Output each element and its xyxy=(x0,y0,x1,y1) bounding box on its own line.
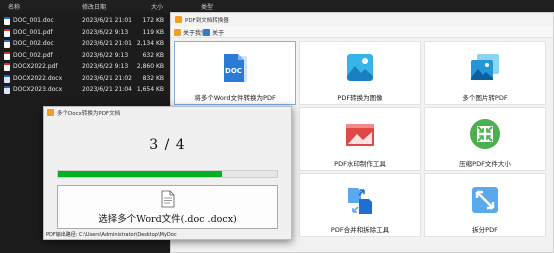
doc-icon: DOC xyxy=(224,54,247,82)
file-date: 2023/6/22 9:13 xyxy=(82,51,129,59)
tile-label: PDF水印制作工具 xyxy=(334,160,386,168)
column-name[interactable]: 名称 xyxy=(8,2,20,11)
tile-watermark[interactable]: PDF水印制作工具 xyxy=(299,107,421,171)
tile-label: 压缩PDF文件大小 xyxy=(459,160,511,168)
file-name: DOCX2023.docx xyxy=(13,86,63,93)
file-date: 2023/6/21 21:04 xyxy=(82,86,132,93)
pdf-file-icon xyxy=(4,63,10,71)
file-name: DOCX2022.pdf xyxy=(13,63,58,70)
file-name: DOC_002.pdf xyxy=(13,51,53,59)
app-icon xyxy=(47,109,54,116)
dialog-title-bar[interactable]: 多个Docx转换为PDF文档 xyxy=(44,107,291,118)
pdf-file-icon xyxy=(4,28,10,37)
docx-file-icon xyxy=(4,86,10,94)
window-title: PDF到文档转换器 xyxy=(185,18,229,24)
docx-file-icon xyxy=(4,74,10,83)
file-date: 2023/6/22 9:13 xyxy=(82,63,129,70)
image-icon xyxy=(347,54,373,81)
file-size: 2,860 KB xyxy=(136,63,164,70)
convert-progress-dialog: 多个Docx转换为PDF文档 3 / 4 选择多个Word文件(.doc .do… xyxy=(43,106,292,240)
file-date: 2023/6/21 21:02 xyxy=(82,74,132,82)
watermark-icon xyxy=(346,124,374,146)
column-modified[interactable]: 修改日期 xyxy=(82,2,106,11)
file-name: DOC_002.doc xyxy=(13,40,54,47)
file-size: 832 KB xyxy=(142,74,164,82)
about-us-icon xyxy=(174,28,181,36)
compress-icon xyxy=(470,119,500,149)
images-icon xyxy=(471,54,499,80)
tile-word-to-pdf[interactable]: DOC 将多个Word文件转换为PDF xyxy=(174,41,296,105)
document-icon xyxy=(161,190,174,208)
menu-about[interactable]: 关于 xyxy=(203,27,224,37)
svg-text:DOC: DOC xyxy=(225,67,242,75)
output-path: PDF输出路径: C:\Users\Administrator\Desktop\… xyxy=(46,232,177,238)
file-size: 632 KB xyxy=(142,51,164,59)
tile-split-pdf[interactable]: 拆分PDF xyxy=(424,173,546,237)
tile-images-to-pdf[interactable]: 多个图片转PDF xyxy=(424,41,546,105)
tile-label: 将多个Word文件转换为PDF xyxy=(194,94,276,102)
file-name: DOCX2022.docx xyxy=(13,74,63,82)
menu-about-label: 关于 xyxy=(212,29,225,37)
tile-label: 拆分PDF xyxy=(472,226,498,234)
file-date: 2023/6/21 21:01 xyxy=(82,17,132,24)
file-list-header: 名称 修改日期 大小 类型 xyxy=(0,0,554,12)
progress-bar xyxy=(57,170,278,178)
select-word-files-button[interactable]: 选择多个Word文件(.doc .docx) xyxy=(57,185,278,229)
tile-merge-split[interactable]: PDF合并和拆除工具 xyxy=(299,173,421,237)
menu-bar: 关于我们 关于 xyxy=(171,26,553,38)
file-counter: 3 / 4 xyxy=(149,137,186,153)
tile-label: PDF转换为图像 xyxy=(337,94,383,102)
app-icon xyxy=(175,16,182,23)
doc-file-icon xyxy=(4,17,10,25)
file-size: 119 KB xyxy=(142,28,164,36)
merge-icon xyxy=(348,188,372,214)
tile-label: 多个图片转PDF xyxy=(462,94,508,102)
about-icon xyxy=(203,28,210,36)
file-size: 1,654 KB xyxy=(136,86,164,93)
converter-title-bar[interactable]: PDF到文档转换器 xyxy=(171,13,553,26)
file-date: 2023/6/21 21:01 xyxy=(82,40,132,47)
tile-pdf-to-image[interactable]: PDF转换为图像 xyxy=(299,41,421,105)
split-icon xyxy=(472,187,498,213)
doc-file-icon xyxy=(4,40,10,48)
pdf-file-icon xyxy=(4,51,10,60)
progress-fill xyxy=(58,171,223,177)
file-date: 2023/6/22 9:13 xyxy=(82,28,129,36)
file-size: 2,134 KB xyxy=(136,40,164,47)
select-button-label: 选择多个Word文件(.doc .docx) xyxy=(98,214,237,225)
file-size: 172 KB xyxy=(142,17,164,24)
tile-compress[interactable]: 压缩PDF文件大小 xyxy=(424,107,546,171)
tile-label: PDF合并和拆除工具 xyxy=(330,226,390,234)
file-name: DOC_001.pdf xyxy=(13,28,53,36)
file-name: DOC_001.doc xyxy=(13,17,54,24)
column-size[interactable]: 大小 xyxy=(151,2,163,11)
dialog-title: 多个Docx转换为PDF文档 xyxy=(57,111,121,117)
column-type[interactable]: 类型 xyxy=(201,2,213,11)
